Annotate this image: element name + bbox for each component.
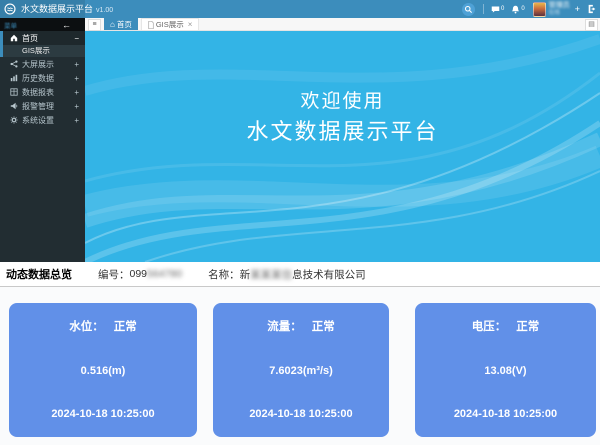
flow-label: 流量：	[267, 321, 302, 333]
sidebar-item-label: 大屏展示	[22, 59, 54, 70]
station-name-suffix: 息技术有限公司	[292, 267, 366, 282]
flow-card: 流量： 正常 7.6023(m³/s) 2024-10-18 10:25:00	[213, 303, 389, 437]
station-name-masked: 某某某信	[250, 267, 292, 282]
sidebar-menu-label: 菜单	[4, 20, 17, 30]
search-icon	[464, 5, 473, 14]
messages-count-badge: 0	[501, 6, 504, 12]
top-navbar: 水文数据展示平台v1.00 0 0	[0, 0, 600, 18]
notifications-button[interactable]: 0	[511, 5, 524, 14]
card-title: 水位： 正常	[9, 318, 197, 334]
share-nodes-icon	[10, 60, 18, 68]
tab-home[interactable]: ⌂ 首页	[104, 18, 138, 30]
sidebar-item-history[interactable]: 历史数据 +	[0, 71, 85, 85]
app-window: 水文数据展示平台v1.00 0 0	[0, 0, 600, 445]
station-code-masked: 564780	[147, 268, 182, 280]
status-badge: 正常	[312, 321, 335, 333]
station-code-prefix: 099	[130, 268, 148, 280]
flow-timestamp: 2024-10-18 10:25:00	[213, 408, 389, 420]
station-code-label: 编号：	[98, 267, 130, 282]
voltage-card: 电压： 正常 13.08(V) 2024-10-18 10:25:00	[415, 303, 596, 437]
sidebar-item-home[interactable]: 首页 −	[0, 31, 85, 45]
welcome-panel: 欢迎使用 水文数据展示平台	[85, 31, 600, 262]
water-level-value: 0.516(m)	[9, 365, 197, 377]
tab-gis[interactable]: GIS展示 ×	[141, 18, 200, 30]
status-badge: 正常	[516, 321, 539, 333]
card-title: 电压： 正常	[415, 318, 596, 334]
search-button[interactable]	[462, 3, 475, 16]
sidebar-item-alarm[interactable]: 报警管理 +	[0, 99, 85, 113]
tab-bar: ≡ ⌂ 首页 GIS展示 × ▤	[85, 18, 600, 31]
water-level-label: 水位：	[69, 321, 104, 333]
expand-indicator: +	[74, 116, 79, 125]
expand-indicator: +	[74, 60, 79, 69]
app-logo-icon	[4, 3, 16, 15]
voltage-label: 电压：	[472, 321, 507, 333]
water-level-card: 水位： 正常 0.516(m) 2024-10-18 10:25:00	[9, 303, 197, 437]
wave-decoration	[85, 31, 600, 262]
logout-button[interactable]	[587, 4, 597, 14]
sidebar-item-settings[interactable]: 系统设置 +	[0, 113, 85, 127]
sign-out-icon	[587, 4, 597, 14]
sidebar-collapse-button[interactable]: ←	[62, 20, 71, 30]
expand-indicator: +	[74, 74, 79, 83]
hamburger-button[interactable]: ≡	[88, 19, 101, 31]
welcome-line2: 水文数据展示平台	[85, 114, 600, 146]
bar-chart-icon	[10, 74, 18, 82]
station-name-prefix: 新	[240, 267, 251, 282]
sidebar-item-bigscreen[interactable]: 大屏展示 +	[0, 57, 85, 71]
sidebar-item-label: 数据报表	[22, 87, 54, 98]
status-badge: 正常	[114, 321, 137, 333]
card-title: 流量： 正常	[213, 318, 389, 334]
table-icon	[10, 88, 18, 96]
navbar-divider	[483, 4, 484, 14]
voltage-value: 13.08(V)	[415, 365, 596, 377]
user-name: 管理员	[549, 2, 570, 10]
add-button[interactable]: +	[575, 4, 580, 14]
sidebar-item-report[interactable]: 数据报表 +	[0, 85, 85, 99]
bullhorn-icon	[10, 102, 18, 110]
voltage-timestamp: 2024-10-18 10:25:00	[415, 408, 596, 420]
overview-title: 动态数据总览	[6, 266, 72, 282]
user-info[interactable]: 管理员 在线	[549, 2, 570, 16]
sidebar-item-label: 报警管理	[22, 101, 54, 112]
sidebar: 首页 − GIS展示 大屏展示 + 历史数据 + 数据报表	[0, 31, 85, 262]
tab-options-button[interactable]: ▤	[585, 19, 598, 31]
collapse-indicator: −	[74, 34, 79, 43]
sidebar-item-label: 首页	[22, 33, 38, 44]
gear-icon	[10, 116, 18, 124]
expand-indicator: +	[74, 102, 79, 111]
comment-icon	[491, 5, 500, 14]
notifications-count-badge: 0	[521, 6, 524, 12]
app-title: 水文数据展示平台v1.00	[21, 0, 113, 18]
close-tab-icon[interactable]: ×	[188, 20, 193, 29]
sidebar-header: 菜单 ←	[0, 18, 85, 31]
bell-icon	[511, 5, 520, 14]
water-level-timestamp: 2024-10-18 10:25:00	[9, 408, 197, 420]
tab-home-label: 首页	[117, 19, 132, 30]
tab-gis-label: GIS展示	[156, 19, 184, 30]
sidebar-subitem-gis[interactable]: GIS展示	[0, 45, 85, 57]
app-title-text: 水文数据展示平台	[21, 4, 93, 14]
sidebar-item-label: 系统设置	[22, 115, 54, 126]
sidebar-item-label: 历史数据	[22, 73, 54, 84]
home-icon	[10, 34, 18, 42]
home-icon: ⌂	[110, 20, 115, 29]
flow-value: 7.6023(m³/s)	[213, 365, 389, 377]
status-cards-section: 水位： 正常 0.516(m) 2024-10-18 10:25:00 流量： 正常…	[0, 287, 600, 445]
document-icon	[148, 21, 154, 29]
app-version: v1.00	[96, 7, 113, 14]
station-name-label: 名称：	[208, 267, 240, 282]
expand-indicator: +	[74, 88, 79, 97]
welcome-line1: 欢迎使用	[85, 86, 600, 113]
user-avatar[interactable]	[533, 2, 546, 17]
navbar-actions: 0 0 管理员 在线 +	[455, 0, 597, 18]
sidebar-subitem-label: GIS展示	[22, 46, 50, 55]
user-status: 在线	[549, 10, 570, 16]
overview-bar: 动态数据总览 编号： 099 564780 名称： 新 某某某信 息技术有限公司	[0, 262, 600, 287]
messages-button[interactable]: 0	[491, 5, 504, 14]
